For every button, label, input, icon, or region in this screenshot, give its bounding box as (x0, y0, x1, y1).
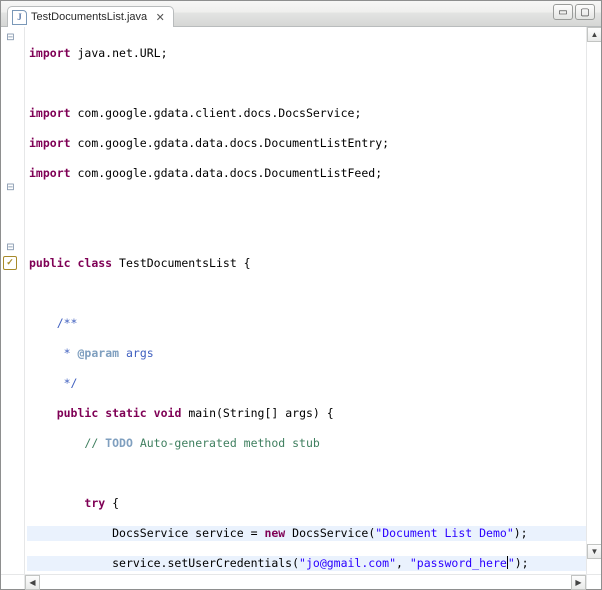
editor-window: J TestDocumentsList.java ✕ ▭ ▢ ⊟ ⊟ ⊟ ✓ i… (0, 0, 602, 590)
warning-icon[interactable]: ✓ (3, 256, 17, 270)
minimize-button[interactable]: ▭ (553, 4, 573, 20)
gutter[interactable]: ⊟ ⊟ ⊟ ✓ (1, 27, 25, 574)
maximize-button[interactable]: ▢ (575, 4, 595, 20)
code-editor[interactable]: import java.net.URL; import com.google.g… (25, 27, 586, 574)
titlebar: J TestDocumentsList.java ✕ ▭ ▢ (1, 1, 601, 27)
scroll-corner (586, 575, 601, 589)
fold-icon[interactable]: ⊟ (5, 182, 16, 193)
scroll-left-icon[interactable]: ◀ (25, 575, 40, 590)
file-tab-label: TestDocumentsList.java (31, 11, 147, 23)
fold-icon[interactable]: ⊟ (5, 32, 16, 43)
fold-icon[interactable]: ⊟ (5, 242, 16, 253)
file-tab[interactable]: J TestDocumentsList.java ✕ (7, 6, 174, 27)
highlighted-line: DocsService service = new DocsService("D… (27, 526, 586, 541)
vertical-scrollbar[interactable]: ▲ ▼ (586, 27, 601, 574)
gutter-spacer (1, 575, 25, 589)
text-caret (507, 556, 508, 569)
scroll-down-icon[interactable]: ▼ (587, 544, 601, 559)
scroll-track[interactable] (40, 575, 571, 589)
scroll-right-icon[interactable]: ▶ (571, 575, 586, 590)
highlighted-line: service.setUserCredentials("jo@gmail.com… (27, 556, 586, 571)
tab-close-icon[interactable]: ✕ (153, 10, 167, 24)
window-buttons: ▭ ▢ (553, 4, 595, 20)
editor-content: ⊟ ⊟ ⊟ ✓ import java.net.URL; import com.… (1, 27, 601, 574)
horizontal-scrollbar[interactable]: ◀ ▶ (1, 574, 601, 589)
scroll-up-icon[interactable]: ▲ (587, 27, 601, 42)
java-file-icon: J (12, 10, 27, 25)
